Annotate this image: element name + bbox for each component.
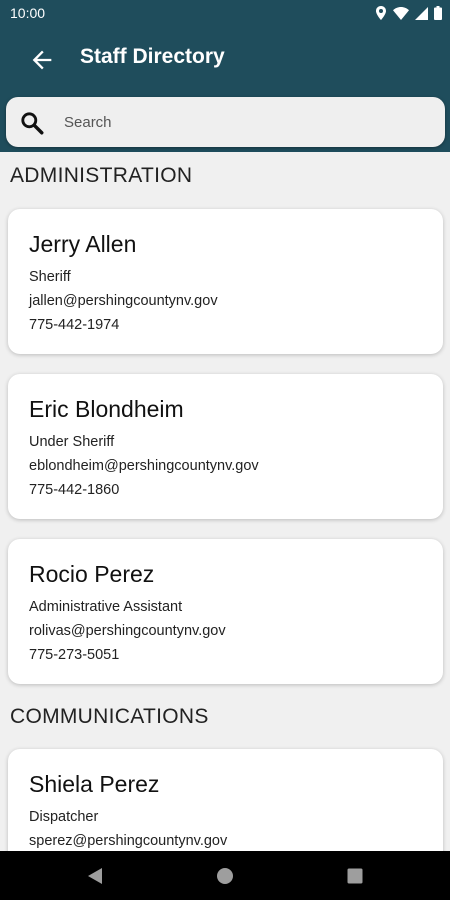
staff-name: Jerry Allen bbox=[29, 231, 137, 257]
square-recents-icon bbox=[347, 868, 363, 883]
staff-role: Administrative Assistant bbox=[29, 599, 183, 615]
staff-phone[interactable]: 775-442-1974 bbox=[29, 317, 119, 333]
system-nav-bar bbox=[0, 851, 450, 900]
staff-role: Under Sheriff bbox=[29, 434, 115, 450]
nav-back-button[interactable] bbox=[65, 851, 125, 900]
nav-recents-button[interactable] bbox=[325, 851, 385, 900]
staff-role: Dispatcher bbox=[29, 809, 99, 825]
staff-email[interactable]: jallen@pershingcountynv.gov bbox=[29, 293, 218, 309]
staff-email[interactable]: eblondheim@pershingcountynv.gov bbox=[29, 458, 259, 474]
staff-name: Eric Blondheim bbox=[29, 396, 184, 422]
search-bar[interactable] bbox=[6, 97, 445, 147]
location-icon bbox=[376, 6, 386, 20]
status-bar: 10:00 bbox=[0, 0, 450, 26]
staff-phone[interactable]: 775-273-5051 bbox=[29, 647, 119, 663]
wifi-icon bbox=[393, 6, 409, 20]
staff-name: Shiela Perez bbox=[29, 771, 160, 797]
search-icon bbox=[21, 112, 44, 135]
staff-name: Rocio Perez bbox=[29, 561, 155, 587]
page-title: Staff Directory bbox=[80, 45, 225, 68]
staff-phone[interactable]: 775-442-1860 bbox=[29, 482, 119, 498]
status-time: 10:00 bbox=[10, 5, 46, 21]
circle-home-icon bbox=[217, 867, 233, 884]
triangle-back-icon bbox=[88, 867, 102, 884]
section-header-administration: ADMINISTRATION bbox=[10, 164, 193, 187]
arrow-left-icon[interactable] bbox=[28, 46, 56, 74]
staff-email[interactable]: rolivas@pershingcountynv.gov bbox=[29, 623, 226, 639]
staff-card-eric-blondheim[interactable]: Eric Blondheim Under Sheriff eblondheim@… bbox=[8, 374, 443, 519]
battery-icon bbox=[434, 6, 442, 20]
staff-card-jerry-allen[interactable]: Jerry Allen Sheriff jallen@pershingcount… bbox=[8, 209, 443, 354]
staff-role: Sheriff bbox=[29, 269, 71, 285]
app-bar: Staff Directory bbox=[0, 26, 450, 152]
nav-home-button[interactable] bbox=[195, 851, 255, 900]
staff-email[interactable]: sperez@pershingcountynv.gov bbox=[29, 833, 227, 849]
search-input[interactable] bbox=[64, 110, 434, 134]
status-icons bbox=[375, 4, 442, 22]
signal-icon bbox=[415, 6, 428, 20]
staff-card-rocio-perez[interactable]: Rocio Perez Administrative Assistant rol… bbox=[8, 539, 443, 684]
section-header-communications: COMMUNICATIONS bbox=[10, 705, 209, 728]
